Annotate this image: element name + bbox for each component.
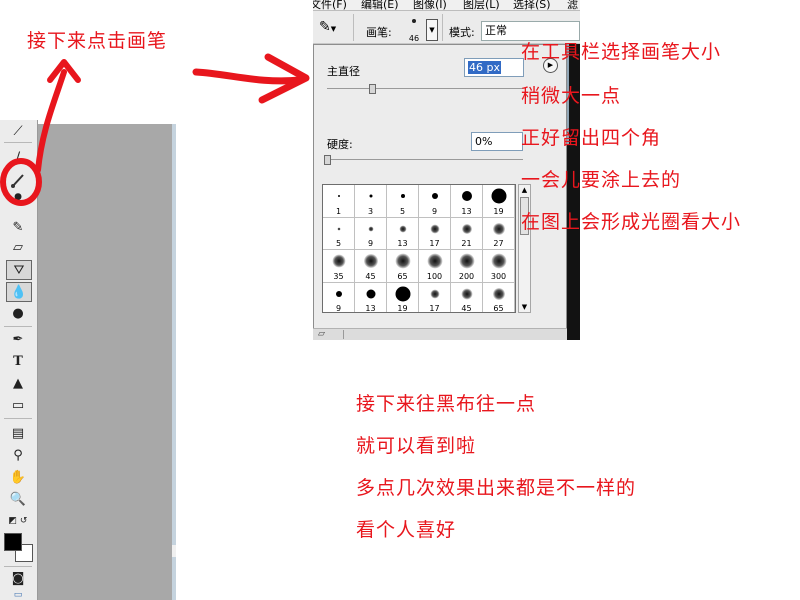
annotation-arrows — [0, 53, 310, 206]
annotation-right-3: 一会儿要涂上去的 — [521, 169, 682, 191]
annotation-right-0: 在工具栏选择画笔大小 — [521, 41, 722, 63]
annotation-bottom-1: 就可以看到啦 — [356, 435, 477, 457]
brush-highlight-circle — [0, 158, 42, 206]
annotation-right-1: 稍微大一点 — [521, 85, 622, 107]
annotation-right-4: 在图上会形成光圈看大小 — [521, 211, 742, 233]
arrow-up-stroke — [35, 69, 67, 173]
arrow-right-stroke — [192, 68, 304, 85]
annotation-click-brush: 接下来点击画笔 — [27, 30, 168, 52]
annotation-bottom-0: 接下来往黑布往一点 — [356, 393, 537, 415]
annotation-bottom-3: 看个人喜好 — [356, 519, 457, 541]
annotation-right-2: 正好留出四个角 — [521, 127, 662, 149]
annotation-bottom-2: 多点几次效果出来都是不一样的 — [356, 477, 637, 499]
